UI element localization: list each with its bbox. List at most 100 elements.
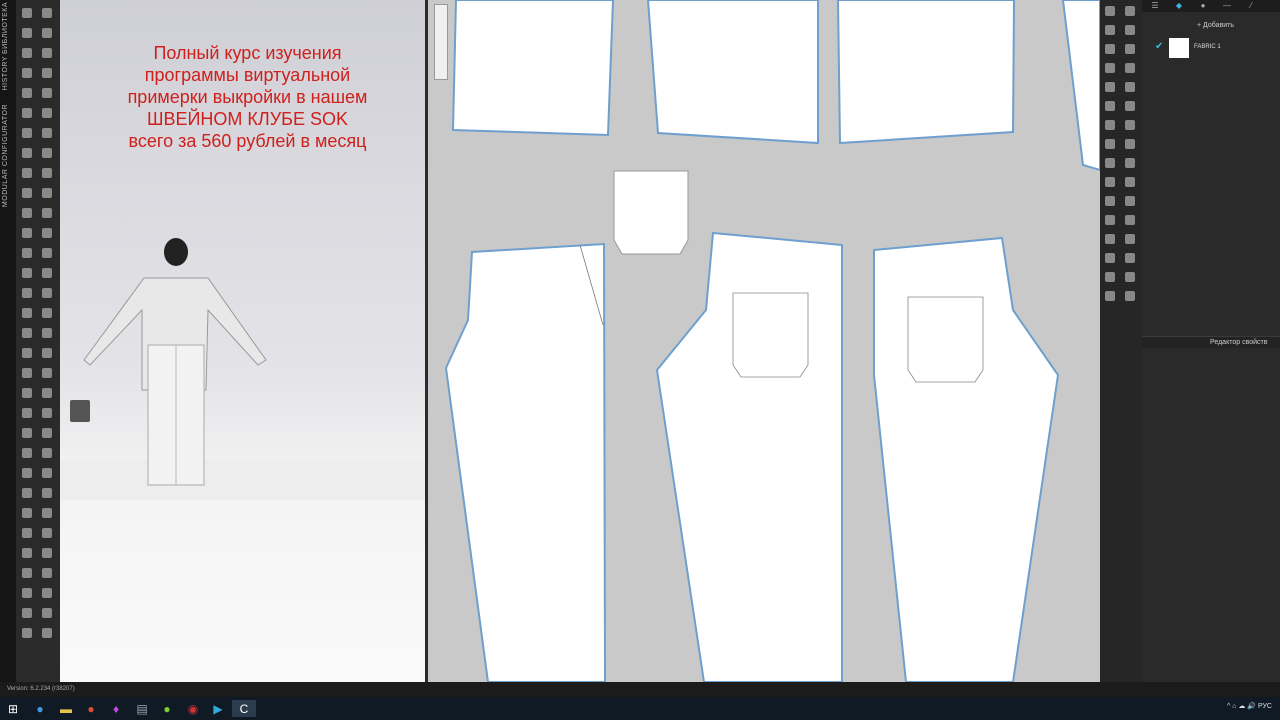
- tool-icon[interactable]: [42, 288, 52, 298]
- fabric-item[interactable]: ✔ FABRIC 1: [1152, 38, 1272, 58]
- tool-icon[interactable]: [22, 388, 32, 398]
- tool-icon[interactable]: [42, 248, 52, 258]
- tool-icon[interactable]: [22, 228, 32, 238]
- tool-icon[interactable]: [1125, 272, 1135, 282]
- calculator-icon[interactable]: ▤: [133, 700, 151, 717]
- tool-icon[interactable]: [42, 148, 52, 158]
- tool-icon[interactable]: [42, 348, 52, 358]
- tool-icon[interactable]: [22, 308, 32, 318]
- tool-icon[interactable]: [1105, 139, 1115, 149]
- tool-icon[interactable]: [22, 48, 32, 58]
- tool-icon[interactable]: [42, 448, 52, 458]
- tool-icon[interactable]: [22, 108, 32, 118]
- tool-icon[interactable]: [1125, 82, 1135, 92]
- tool-icon[interactable]: [22, 88, 32, 98]
- tool-icon[interactable]: [22, 68, 32, 78]
- tool-icon[interactable]: [1105, 196, 1115, 206]
- tool-icon[interactable]: [42, 428, 52, 438]
- tool-icon[interactable]: [22, 248, 32, 258]
- avatar-3d[interactable]: [60, 230, 425, 500]
- tool-icon[interactable]: [1105, 63, 1115, 73]
- tool-icon[interactable]: [1105, 253, 1115, 263]
- property-editor-header[interactable]: Редактор свойств: [1142, 336, 1280, 348]
- tool-icon[interactable]: [22, 188, 32, 198]
- tool-icon[interactable]: [1125, 120, 1135, 130]
- tool-icon[interactable]: [1105, 272, 1115, 282]
- tool-icon[interactable]: [1125, 177, 1135, 187]
- list-icon[interactable]: ☰: [1148, 1, 1162, 11]
- add-fabric-button[interactable]: + Добавить: [1197, 22, 1234, 29]
- 3d-viewport[interactable]: Полный курс изучения программы виртуальн…: [60, 0, 425, 682]
- tool-icon[interactable]: [42, 468, 52, 478]
- tool-icon[interactable]: [22, 408, 32, 418]
- tool-icon[interactable]: [1125, 234, 1135, 244]
- chrome-icon[interactable]: ●: [82, 700, 100, 717]
- tool-icon[interactable]: [22, 208, 32, 218]
- tool-icon[interactable]: [42, 108, 52, 118]
- tool-icon[interactable]: [1125, 158, 1135, 168]
- tool-icon[interactable]: [42, 408, 52, 418]
- tool-icon[interactable]: [1105, 291, 1115, 301]
- system-tray[interactable]: ^ ⌂ ☁ 🔊 РУС: [1227, 702, 1272, 710]
- tool-icon[interactable]: [42, 308, 52, 318]
- tool-icon[interactable]: [22, 568, 32, 578]
- tool-icon[interactable]: [1105, 44, 1115, 54]
- tool-icon[interactable]: [42, 188, 52, 198]
- line-tab-icon[interactable]: —: [1220, 1, 1234, 11]
- tool-icon[interactable]: [42, 528, 52, 538]
- tool-icon[interactable]: [1105, 234, 1115, 244]
- tool-icon[interactable]: [42, 8, 52, 18]
- tool-icon[interactable]: [42, 88, 52, 98]
- tool-icon[interactable]: [1125, 6, 1135, 16]
- recorder-icon[interactable]: ◉: [184, 700, 202, 717]
- tool-icon[interactable]: [1105, 215, 1115, 225]
- tool-icon[interactable]: [22, 368, 32, 378]
- tool-icon[interactable]: [1105, 158, 1115, 168]
- tool-icon[interactable]: [22, 148, 32, 158]
- tool-icon[interactable]: [42, 68, 52, 78]
- tool-icon[interactable]: [42, 128, 52, 138]
- 2d-pattern-window[interactable]: [428, 0, 1100, 682]
- tool-icon[interactable]: [22, 28, 32, 38]
- topstitch-tab-icon[interactable]: ⁄: [1244, 1, 1258, 11]
- tool-icon[interactable]: [22, 428, 32, 438]
- tool-icon[interactable]: [42, 48, 52, 58]
- tool-icon[interactable]: [22, 608, 32, 618]
- tool-icon[interactable]: [42, 368, 52, 378]
- tool-icon[interactable]: [1125, 101, 1135, 111]
- tool-icon[interactable]: [42, 228, 52, 238]
- clo-icon[interactable]: C: [232, 700, 256, 717]
- tab-history[interactable]: HISTORY: [2, 56, 9, 90]
- tool-icon[interactable]: [42, 168, 52, 178]
- tool-icon[interactable]: [42, 508, 52, 518]
- tab-modular-configurator[interactable]: MODULAR CONFIGURATOR: [2, 104, 9, 207]
- tool-icon[interactable]: [22, 488, 32, 498]
- tool-icon[interactable]: [42, 588, 52, 598]
- tool-icon[interactable]: [1105, 177, 1115, 187]
- tool-icon[interactable]: [22, 508, 32, 518]
- tool-icon[interactable]: [42, 268, 52, 278]
- tool-icon[interactable]: [1105, 25, 1115, 35]
- tool-icon[interactable]: [1125, 215, 1135, 225]
- tool-icon[interactable]: [22, 168, 32, 178]
- tool-icon[interactable]: [42, 28, 52, 38]
- tool-icon[interactable]: [22, 268, 32, 278]
- tool-icon[interactable]: [42, 568, 52, 578]
- utorrent-icon[interactable]: ●: [158, 700, 176, 717]
- tool-icon[interactable]: [22, 528, 32, 538]
- tool-icon[interactable]: [1125, 139, 1135, 149]
- button-tab-icon[interactable]: ●: [1196, 1, 1210, 11]
- tool-icon[interactable]: [22, 468, 32, 478]
- explorer-icon[interactable]: ▬: [57, 700, 75, 717]
- tool-icon[interactable]: [1125, 63, 1135, 73]
- tool-icon[interactable]: [1105, 101, 1115, 111]
- tool-icon[interactable]: [22, 628, 32, 638]
- tool-icon[interactable]: [42, 628, 52, 638]
- tab-library[interactable]: БИБЛИОТЕКА: [2, 2, 9, 54]
- tool-icon[interactable]: [22, 288, 32, 298]
- tool-icon[interactable]: [22, 128, 32, 138]
- tool-icon[interactable]: [42, 608, 52, 618]
- pattern-pieces[interactable]: [428, 0, 1100, 682]
- tool-icon[interactable]: [22, 588, 32, 598]
- fabric-tab-icon[interactable]: ◆: [1172, 1, 1186, 11]
